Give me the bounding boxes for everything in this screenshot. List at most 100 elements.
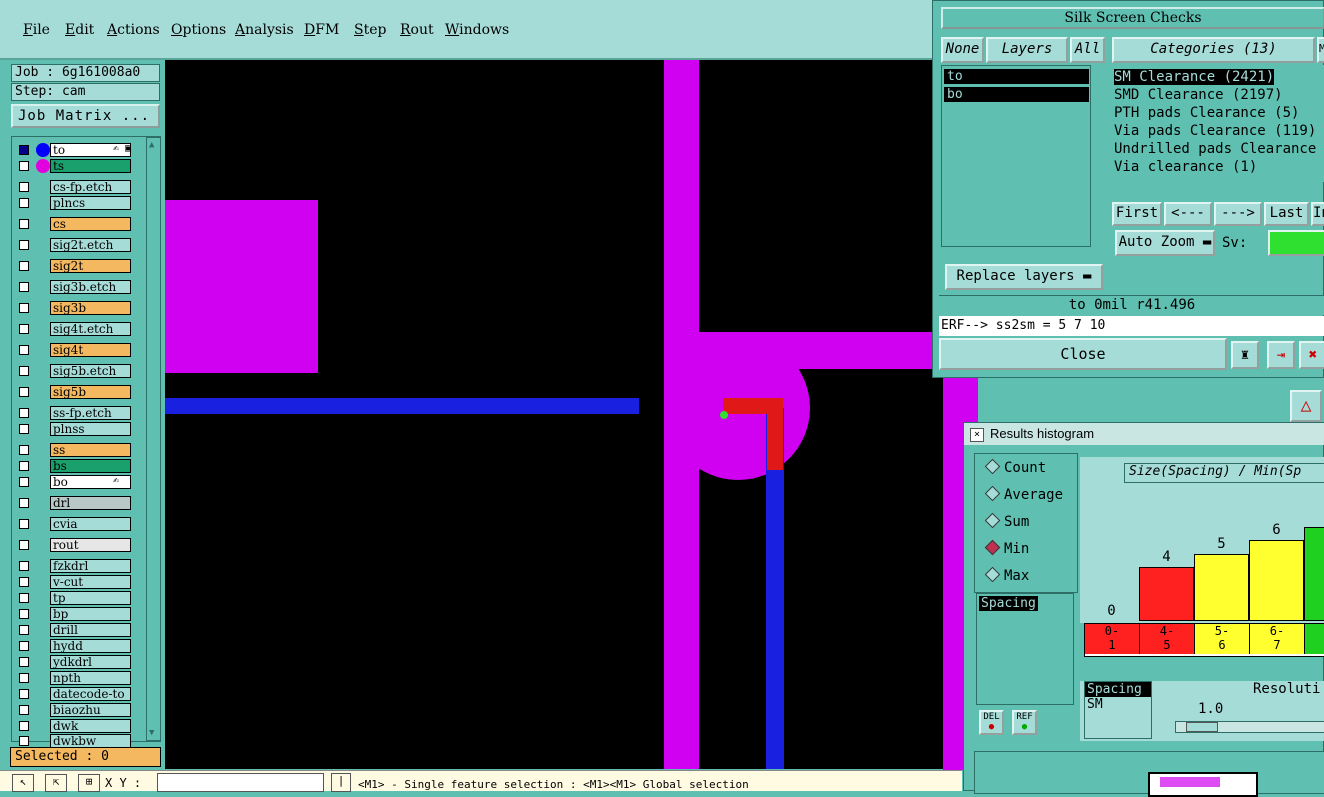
layer-name[interactable]: npth xyxy=(50,671,131,685)
layer-name[interactable]: cs xyxy=(50,217,131,231)
layer-checkbox[interactable] xyxy=(19,477,29,487)
layer-row-plncs[interactable]: plncs xyxy=(15,196,143,210)
silk-layer-to[interactable]: to xyxy=(944,69,1089,84)
thumbnail[interactable] xyxy=(1148,772,1258,797)
layer-name[interactable]: sig3b xyxy=(50,301,131,315)
layer-row-to[interactable]: to ✍ ▣ xyxy=(15,143,143,157)
layer-row-cs-fp.etch[interactable]: cs-fp.etch xyxy=(15,180,143,194)
categories-header[interactable]: Categories (13) xyxy=(1112,37,1315,63)
layer-name[interactable]: ydkdrl xyxy=(50,655,131,669)
layer-row-cvia[interactable]: cvia xyxy=(15,517,143,531)
category-item[interactable]: Via pads Clearance (119) xyxy=(1114,123,1316,139)
layer-row-dwkbw[interactable]: dwkbw xyxy=(15,734,143,748)
mode-max[interactable]: Max xyxy=(984,566,1029,584)
layer-checkbox[interactable] xyxy=(19,657,29,667)
layer-row-sig5b[interactable]: sig5b xyxy=(15,385,143,399)
layer-checkbox[interactable] xyxy=(19,182,29,192)
layer-row-sig3b.etch[interactable]: sig3b.etch xyxy=(15,280,143,294)
layer-name[interactable]: hydd xyxy=(50,639,131,653)
layer-name[interactable]: tp xyxy=(50,591,131,605)
layer-name[interactable]: fzkdrl xyxy=(50,559,131,573)
layer-checkbox[interactable] xyxy=(19,609,29,619)
job-matrix-button[interactable]: Job Matrix ... xyxy=(11,104,160,128)
pipe-icon[interactable]: | xyxy=(331,773,351,792)
slider-thumb[interactable] xyxy=(1186,722,1218,732)
first-button[interactable]: First xyxy=(1112,202,1162,226)
menu-windows[interactable]: Windows xyxy=(445,22,509,38)
layer-checkbox[interactable] xyxy=(19,240,29,250)
layer-checkbox[interactable] xyxy=(19,408,29,418)
layer-checkbox[interactable] xyxy=(19,424,29,434)
metric-spacing[interactable]: Spacing xyxy=(979,596,1038,611)
layer-checkbox[interactable] xyxy=(19,366,29,376)
layer-row-bo[interactable]: bo ✍ xyxy=(15,475,143,489)
layer-name[interactable]: dwk xyxy=(50,719,131,733)
layer-name[interactable]: sig5b.etch xyxy=(50,364,131,378)
layer-checkbox[interactable] xyxy=(19,498,29,508)
ref-button[interactable]: REF ● xyxy=(1012,710,1037,735)
auto-zoom-dropdown[interactable]: Auto Zoom ▬ xyxy=(1115,230,1215,256)
menu-options[interactable]: Options xyxy=(171,22,226,38)
layer-name[interactable]: ss xyxy=(50,443,131,457)
silk-layer-bo[interactable]: bo xyxy=(944,87,1089,102)
layer-checkbox[interactable] xyxy=(19,219,29,229)
layer-row-sig2t.etch[interactable]: sig2t.etch xyxy=(15,238,143,252)
in-button[interactable]: In xyxy=(1311,202,1324,226)
warning-icon[interactable]: △ xyxy=(1290,390,1322,422)
histogram-bin[interactable]: 5- 6 xyxy=(1195,624,1250,654)
layer-row-npth[interactable]: npth xyxy=(15,671,143,685)
histogram-bar[interactable] xyxy=(1304,526,1324,621)
menu-step[interactable]: Step xyxy=(354,22,386,38)
layer-row-dwk[interactable]: dwk xyxy=(15,719,143,733)
scroll-up-icon[interactable]: ▲ xyxy=(149,140,154,150)
layer-checkbox[interactable] xyxy=(19,519,29,529)
layer-row-rout[interactable]: rout xyxy=(15,538,143,552)
replace-layers-dropdown[interactable]: Replace layers ▬ xyxy=(945,264,1103,290)
layer-checkbox[interactable] xyxy=(19,593,29,603)
layer-color-dot[interactable] xyxy=(36,143,50,157)
layer-name[interactable]: sig2t xyxy=(50,259,131,273)
histogram-bin[interactable]: 6- 7 xyxy=(1250,624,1305,654)
window-close-icon[interactable]: × xyxy=(970,428,984,442)
layer-name[interactable]: sig3b.etch xyxy=(50,280,131,294)
layer-checkbox[interactable] xyxy=(19,705,29,715)
metric-list[interactable]: Spacing xyxy=(976,593,1074,705)
layer-name[interactable]: drl xyxy=(50,496,131,510)
layer-checkbox[interactable] xyxy=(19,387,29,397)
scroll-down-icon[interactable]: ▼ xyxy=(149,728,154,738)
exit-icon[interactable]: ⇥ xyxy=(1267,341,1295,369)
layer-checkbox[interactable] xyxy=(19,324,29,334)
prev-button[interactable]: <--- xyxy=(1164,202,1212,226)
layer-name[interactable]: cvia xyxy=(50,517,131,531)
resolution-slider[interactable] xyxy=(1175,721,1324,733)
layer-name[interactable]: biaozhu xyxy=(50,703,131,717)
layer-row-ts[interactable]: ts xyxy=(15,159,143,173)
layer-checkbox[interactable] xyxy=(19,145,29,155)
layer-checkbox[interactable] xyxy=(19,641,29,651)
menu-analysis[interactable]: Analysis xyxy=(235,22,294,38)
layer-row-cs[interactable]: cs xyxy=(15,217,143,231)
histogram-bin[interactable]: 4- 5 xyxy=(1140,624,1195,654)
categories-extra[interactable]: M xyxy=(1317,37,1324,63)
layer-checkbox[interactable] xyxy=(19,445,29,455)
layer-row-ss[interactable]: ss xyxy=(15,443,143,457)
layer-row-sig2t[interactable]: sig2t xyxy=(15,259,143,273)
none-button[interactable]: None xyxy=(941,37,984,63)
pad-feature[interactable] xyxy=(165,200,318,373)
arrow-icon[interactable]: ↖ xyxy=(12,774,34,792)
layer-name[interactable]: drill xyxy=(50,623,131,637)
layer-row-ss-fp.etch[interactable]: ss-fp.etch xyxy=(15,406,143,420)
layer-checkbox[interactable] xyxy=(19,540,29,550)
layer-name[interactable]: sig4t xyxy=(50,343,131,357)
layer-name[interactable]: ts xyxy=(50,159,131,173)
histogram-bin[interactable]: 7 xyxy=(1305,624,1324,654)
layer-checkbox[interactable] xyxy=(19,625,29,635)
layer-checkbox[interactable] xyxy=(19,561,29,571)
menu-rout[interactable]: Rout xyxy=(400,22,434,38)
category-item[interactable]: Undrilled pads Clearance xyxy=(1114,141,1316,157)
blue-trace[interactable] xyxy=(165,398,639,414)
mode-average[interactable]: Average xyxy=(984,485,1063,503)
layer-row-biaozhu[interactable]: biaozhu xyxy=(15,703,143,717)
board-view[interactable] xyxy=(165,60,945,769)
layer-checkbox[interactable] xyxy=(19,461,29,471)
